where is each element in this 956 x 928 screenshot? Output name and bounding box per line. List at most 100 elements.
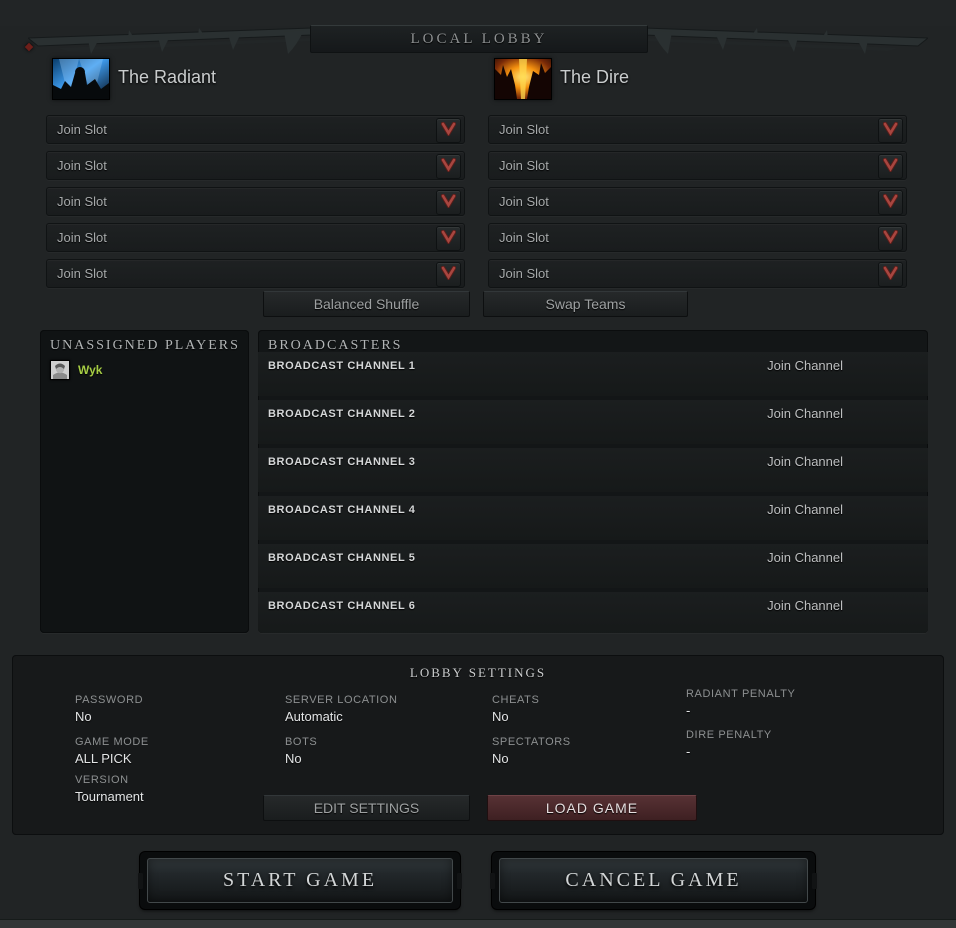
chevron-down-icon[interactable]: [878, 190, 903, 215]
slot-label: Join Slot: [489, 152, 906, 179]
dire-slot-2[interactable]: Join Slot: [488, 151, 907, 180]
broadcast-channel-name: BROADCAST CHANNEL 4: [268, 504, 415, 516]
radiant-icon: [52, 58, 110, 100]
chevron-down-icon[interactable]: [436, 118, 461, 143]
broadcast-channel-row: BROADCAST CHANNEL 1 Join Channel: [258, 352, 928, 396]
setting-spectators: SPECTATORS No: [492, 736, 571, 766]
unassigned-players-panel: UNASSIGNED PLAYERS Wyk: [40, 330, 249, 633]
chevron-down-icon[interactable]: [878, 226, 903, 251]
player-row[interactable]: Wyk: [50, 360, 102, 380]
edit-settings-button[interactable]: EDIT SETTINGS: [263, 795, 470, 821]
slot-label: Join Slot: [47, 224, 464, 251]
setting-game-mode: GAME MODE ALL PICK: [75, 736, 149, 766]
cancel-game-button[interactable]: CANCEL GAME: [492, 852, 815, 909]
setting-password: PASSWORD No: [75, 694, 143, 724]
start-game-button[interactable]: START GAME: [140, 852, 460, 909]
balanced-shuffle-button[interactable]: Balanced Shuffle: [263, 291, 470, 317]
chevron-down-icon[interactable]: [436, 262, 461, 287]
chevron-down-icon[interactable]: [436, 190, 461, 215]
setting-value: Automatic: [285, 709, 398, 724]
slot-label: Join Slot: [489, 224, 906, 251]
broadcast-channel-name: BROADCAST CHANNEL 3: [268, 456, 415, 468]
broadcast-channel-name: BROADCAST CHANNEL 5: [268, 552, 415, 564]
chevron-down-icon[interactable]: [878, 118, 903, 143]
radiant-slot-2[interactable]: Join Slot: [46, 151, 465, 180]
player-avatar: [50, 360, 70, 380]
slot-label: Join Slot: [47, 260, 464, 287]
broadcast-channel-name: BROADCAST CHANNEL 1: [268, 360, 415, 372]
setting-value: Tournament: [75, 789, 144, 804]
broadcasters-title: BROADCASTERS: [258, 330, 928, 354]
radiant-slot-3[interactable]: Join Slot: [46, 187, 465, 216]
setting-label: SPECTATORS: [492, 736, 571, 748]
setting-label: RADIANT PENALTY: [686, 688, 795, 700]
header-thorn-ornament-left: [28, 26, 312, 56]
setting-label: BOTS: [285, 736, 317, 748]
broadcast-channel-name: BROADCAST CHANNEL 2: [268, 408, 415, 420]
slot-label: Join Slot: [489, 260, 906, 287]
setting-cheats: CHEATS No: [492, 694, 539, 724]
broadcast-channel-row: BROADCAST CHANNEL 2 Join Channel: [258, 400, 928, 444]
broadcast-channel-name: BROADCAST CHANNEL 6: [268, 600, 415, 612]
dire-icon: [494, 58, 552, 100]
local-lobby-screen: LOCAL LOBBY The Radiant: [0, 0, 956, 928]
join-channel-link[interactable]: Join Channel: [767, 502, 843, 517]
cancel-game-label: CANCEL GAME: [499, 858, 808, 903]
setting-value: No: [285, 751, 317, 766]
join-channel-link[interactable]: Join Channel: [767, 550, 843, 565]
setting-label: VERSION: [75, 774, 144, 786]
setting-server-location: SERVER LOCATION Automatic: [285, 694, 398, 724]
chevron-down-icon[interactable]: [436, 154, 461, 179]
header-thorn-ornament-right: [644, 26, 928, 56]
join-channel-link[interactable]: Join Channel: [767, 598, 843, 613]
top-strip: [0, 0, 956, 26]
setting-value: No: [492, 751, 571, 766]
setting-bots: BOTS No: [285, 736, 317, 766]
setting-dire-penalty: DIRE PENALTY -: [686, 729, 772, 759]
start-game-label: START GAME: [147, 858, 453, 903]
broadcast-channel-row: BROADCAST CHANNEL 6 Join Channel: [258, 592, 928, 633]
broadcast-channel-row: BROADCAST CHANNEL 3 Join Channel: [258, 448, 928, 492]
setting-label: SERVER LOCATION: [285, 694, 398, 706]
radiant-slot-1[interactable]: Join Slot: [46, 115, 465, 144]
chevron-down-icon[interactable]: [878, 154, 903, 179]
join-channel-link[interactable]: Join Channel: [767, 406, 843, 421]
setting-value: No: [75, 709, 143, 724]
lobby-settings-panel: LOBBY SETTINGS: [12, 655, 944, 835]
setting-version: VERSION Tournament: [75, 774, 144, 804]
unassigned-players-title: UNASSIGNED PLAYERS: [40, 330, 249, 354]
bottom-strip: [0, 919, 956, 928]
setting-label: PASSWORD: [75, 694, 143, 706]
setting-label: CHEATS: [492, 694, 539, 706]
broadcasters-panel: BROADCASTERS BROADCAST CHANNEL 1 Join Ch…: [258, 330, 928, 633]
page-title: LOCAL LOBBY: [310, 25, 648, 53]
setting-value: -: [686, 703, 795, 718]
chevron-down-icon[interactable]: [878, 262, 903, 287]
dire-team-name: The Dire: [560, 67, 629, 88]
dire-slot-3[interactable]: Join Slot: [488, 187, 907, 216]
corner-gem-ornament: [25, 43, 33, 51]
join-channel-link[interactable]: Join Channel: [767, 454, 843, 469]
radiant-slot-4[interactable]: Join Slot: [46, 223, 465, 252]
setting-value: ALL PICK: [75, 751, 149, 766]
player-name: Wyk: [78, 363, 102, 377]
slot-label: Join Slot: [47, 116, 464, 143]
slot-label: Join Slot: [47, 152, 464, 179]
setting-value: No: [492, 709, 539, 724]
radiant-team-name: The Radiant: [118, 67, 216, 88]
slot-label: Join Slot: [47, 188, 464, 215]
load-game-button[interactable]: LOAD GAME: [487, 795, 697, 821]
dire-slot-1[interactable]: Join Slot: [488, 115, 907, 144]
dire-slot-5[interactable]: Join Slot: [488, 259, 907, 288]
radiant-slot-5[interactable]: Join Slot: [46, 259, 465, 288]
slot-label: Join Slot: [489, 116, 906, 143]
broadcast-channel-row: BROADCAST CHANNEL 5 Join Channel: [258, 544, 928, 588]
dire-slot-4[interactable]: Join Slot: [488, 223, 907, 252]
setting-label: GAME MODE: [75, 736, 149, 748]
setting-label: DIRE PENALTY: [686, 729, 772, 741]
swap-teams-button[interactable]: Swap Teams: [483, 291, 688, 317]
lobby-settings-title: LOBBY SETTINGS: [12, 665, 944, 681]
chevron-down-icon[interactable]: [436, 226, 461, 251]
setting-value: -: [686, 744, 772, 759]
join-channel-link[interactable]: Join Channel: [767, 358, 843, 373]
